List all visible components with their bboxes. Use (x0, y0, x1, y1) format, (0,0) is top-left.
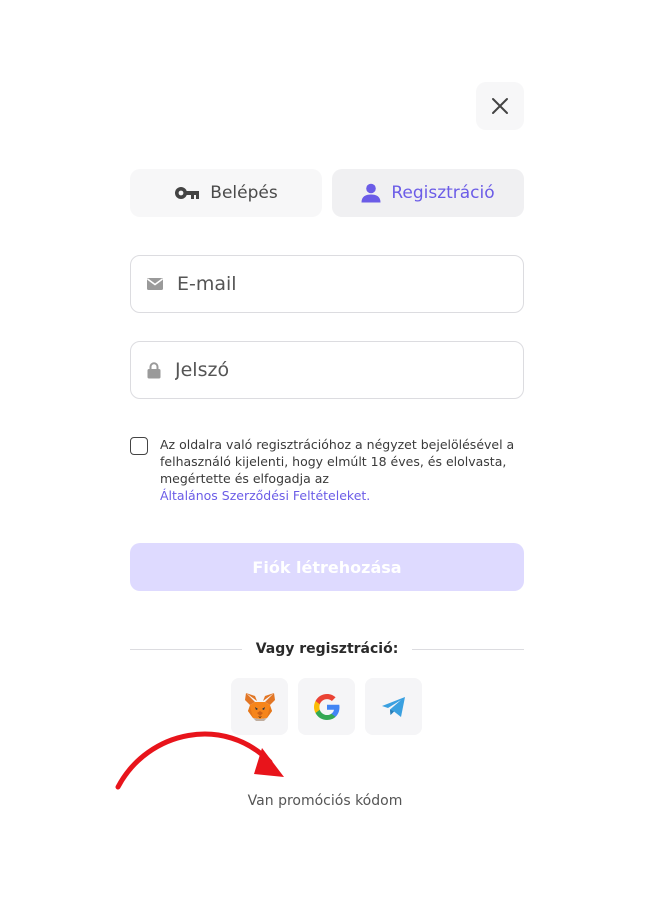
telegram-button[interactable] (365, 678, 422, 735)
tab-login[interactable]: Belépés (130, 169, 322, 217)
email-field[interactable] (130, 255, 524, 313)
promo-code-link[interactable]: Van promóciós kódom (248, 793, 403, 809)
terms-consent: Az oldalra való regisztrációhoz a négyze… (130, 436, 524, 504)
user-icon (361, 183, 381, 203)
email-input[interactable] (175, 272, 499, 296)
close-button[interactable] (476, 82, 524, 130)
envelope-icon (147, 278, 163, 290)
tab-login-label: Belépés (210, 183, 278, 203)
close-icon (492, 98, 508, 114)
registration-modal: Belépés Regisztráció Az oldalra való reg… (0, 0, 650, 900)
create-account-button[interactable]: Fiók létrehozása (130, 543, 524, 591)
google-icon (313, 693, 339, 720)
divider-line-left (130, 648, 242, 650)
tab-register-label: Regisztráció (391, 183, 495, 203)
telegram-icon (381, 696, 405, 717)
terms-link[interactable]: Általános Szerződési Feltételeket. (160, 487, 524, 504)
password-input[interactable] (173, 358, 497, 382)
terms-text-block: Az oldalra való regisztrációhoz a négyze… (160, 436, 524, 504)
key-icon (175, 187, 200, 199)
alt-register-divider: Vagy regisztráció: (130, 638, 525, 660)
divider-line-right (412, 648, 525, 650)
google-button[interactable] (298, 678, 355, 735)
terms-text: Az oldalra való regisztrációhoz a négyze… (160, 437, 515, 486)
annotation-arrow (115, 731, 284, 790)
auth-tabs: Belépés Regisztráció (130, 169, 524, 217)
password-field[interactable] (130, 341, 524, 399)
promo-code-link-row: Van promóciós kódom (0, 793, 650, 809)
metamask-fox-icon (244, 692, 275, 721)
lock-icon (147, 361, 161, 378)
alt-register-label: Vagy regisztráció: (255, 641, 399, 657)
terms-checkbox[interactable] (130, 437, 148, 455)
tab-register[interactable]: Regisztráció (332, 169, 524, 217)
